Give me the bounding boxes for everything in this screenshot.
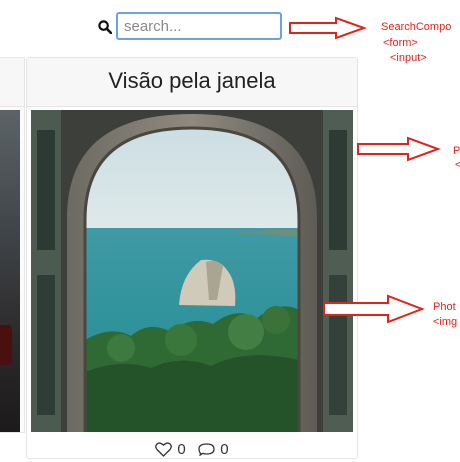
comment-icon [198, 443, 215, 457]
photo-image[interactable] [31, 110, 353, 432]
annotation-search-input: <input> [390, 52, 427, 64]
annotation-search-label: SearchCompo [381, 21, 452, 33]
card-title: Visão pela janela [108, 68, 276, 93]
annotation-arrow-search [289, 16, 367, 40]
likes-stat[interactable]: 0 [155, 441, 186, 458]
previous-photo[interactable] [0, 110, 20, 432]
comments-stat[interactable]: 0 [198, 441, 229, 458]
previous-photo-card [0, 57, 25, 433]
comments-count: 0 [220, 441, 229, 458]
annotation-photo-tag: <img [433, 316, 458, 328]
photo-card: Visão pela janela 0 0 [26, 57, 358, 459]
annotation-post-label: P [453, 145, 460, 157]
likes-count: 0 [177, 441, 186, 458]
annotation-arrow-post [357, 136, 441, 162]
annotation-search-form: <form> [383, 37, 418, 49]
previous-card-header [0, 58, 24, 107]
card-header: Visão pela janela [27, 58, 357, 107]
annotation-post-tag: < [455, 159, 460, 171]
annotation-photo-label: Phot [433, 301, 456, 313]
annotation-arrow-photo [323, 294, 425, 324]
search-icon [98, 20, 112, 34]
search-input[interactable] [116, 12, 282, 40]
card-footer: 0 0 [27, 441, 357, 458]
heart-icon [155, 442, 173, 457]
